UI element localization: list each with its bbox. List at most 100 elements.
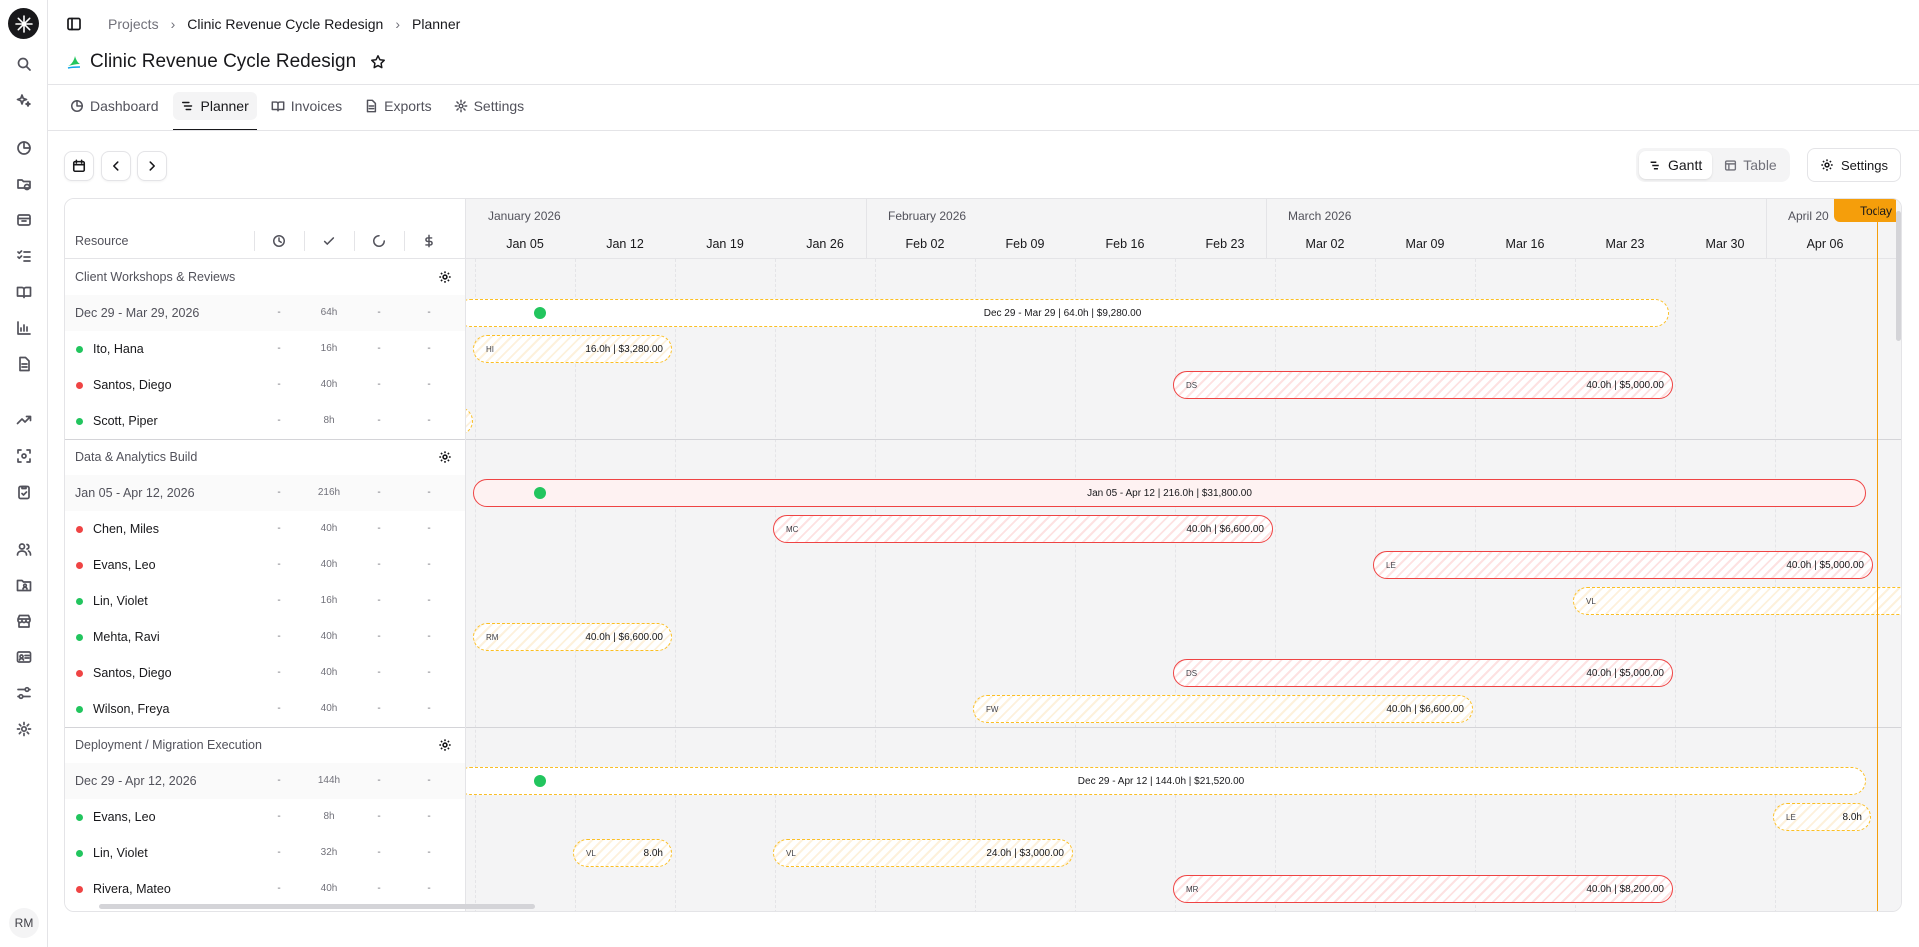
status-dot: [76, 562, 83, 569]
sliders-icon[interactable]: [14, 683, 34, 703]
assignment-bar[interactable]: VL16.0h | $2,000.00: [1573, 587, 1901, 615]
resource-row[interactable]: Evans, Leo - 8h - -: [65, 799, 465, 835]
document-icon[interactable]: [14, 354, 34, 374]
calendar-button[interactable]: [64, 151, 94, 181]
star-icon[interactable]: [370, 54, 386, 70]
bar-chart-icon[interactable]: [14, 318, 34, 338]
group-summary-row[interactable]: Jan 05 - Apr 12, 2026 - 216h - -: [65, 475, 465, 511]
summary-bar[interactable]: Dec 29 - Apr 12 | 144.0h | $21,520.00: [466, 767, 1866, 795]
tab-exports[interactable]: Exports: [356, 92, 439, 120]
resource-row[interactable]: Ito, Hana - 16h - -: [65, 331, 465, 367]
cell-c2: 40h: [320, 379, 338, 390]
resource-row[interactable]: Rivera, Mateo - 40h - -: [65, 871, 465, 907]
resource-name: Evans, Leo: [93, 558, 156, 572]
tab-label: Invoices: [290, 98, 343, 114]
gear-icon: [1820, 158, 1834, 172]
loader-icon[interactable]: [354, 229, 404, 253]
cell-c2: 16h: [320, 595, 338, 606]
assignment-bar[interactable]: LE 40.0h | $5,000.00: [1373, 551, 1873, 579]
archive-icon[interactable]: [14, 210, 34, 230]
milestone-dot[interactable]: [534, 775, 546, 787]
users-icon[interactable]: [14, 539, 34, 559]
assignment-bar[interactable]: FW 40.0h | $6,600.00: [973, 695, 1473, 723]
assignment-bar[interactable]: RM 40.0h | $6,600.00: [473, 623, 672, 651]
summary-bar[interactable]: Dec 29 - Mar 29 | 64.0h | $9,280.00: [466, 299, 1669, 327]
horizontal-scrollbar[interactable]: [99, 904, 535, 909]
vertical-scrollbar[interactable]: [1896, 211, 1901, 341]
today-marker[interactable]: Today: [1834, 199, 1896, 222]
trending-up-icon[interactable]: [14, 410, 34, 430]
chevron-right-icon: ›: [170, 16, 176, 32]
sidebar-toggle-icon[interactable]: [66, 16, 82, 32]
resource-row[interactable]: Santos, Diego - 40h - -: [65, 367, 465, 403]
resource-row[interactable]: Evans, Leo - 40h - -: [65, 547, 465, 583]
assignment-bar[interactable]: DS 40.0h | $5,000.00: [1173, 371, 1673, 399]
gantt-view-button[interactable]: Gantt: [1639, 151, 1713, 179]
resource-row[interactable]: Chen, Miles - 40h - -: [65, 511, 465, 547]
app-logo-icon[interactable]: [8, 8, 39, 39]
assignment-bar[interactable]: MR 40.0h | $8,200.00: [1173, 875, 1673, 903]
gear-icon[interactable]: [438, 270, 452, 284]
month-label: January 2026: [488, 209, 561, 223]
assignee-initials: VL: [1586, 596, 1596, 606]
assignment-amount: 40.0h | $6,600.00: [585, 631, 663, 643]
tab-settings[interactable]: Settings: [446, 92, 533, 120]
breadcrumb-project[interactable]: Clinic Revenue Cycle Redesign: [187, 16, 383, 32]
gear-icon[interactable]: [438, 450, 452, 464]
previous-button[interactable]: [101, 151, 131, 181]
milestone-dot[interactable]: [534, 307, 546, 319]
folder-user-icon[interactable]: [14, 575, 34, 595]
assignment-bar[interactable]: HI 16.0h | $3,280.00: [473, 335, 672, 363]
group-summary-row[interactable]: Dec 29 - Mar 29, 2026 - 64h - -: [65, 295, 465, 331]
resource-row[interactable]: Santos, Diego - 40h - -: [65, 655, 465, 691]
scan-icon[interactable]: [14, 446, 34, 466]
search-icon[interactable]: [14, 54, 34, 74]
cell-c3: -: [377, 307, 381, 318]
tab-planner[interactable]: Planner: [172, 92, 258, 131]
assignment-bar[interactable]: [466, 407, 473, 435]
gear-icon[interactable]: [438, 738, 452, 752]
cell-c4: -: [427, 631, 431, 642]
milestone-dot[interactable]: [534, 487, 546, 499]
checklist-icon[interactable]: [14, 246, 34, 266]
folder-clock-icon[interactable]: [14, 174, 34, 194]
resource-row[interactable]: Scott, Piper - 8h - -: [65, 403, 465, 439]
status-dot: [76, 382, 83, 389]
tab-invoices[interactable]: Invoices: [263, 92, 350, 120]
book-open-icon[interactable]: [14, 282, 34, 302]
assignment-bar[interactable]: VL 8.0h: [573, 839, 672, 867]
table-view-button[interactable]: Table: [1714, 151, 1786, 179]
check-icon[interactable]: [304, 229, 354, 253]
assignment-bar[interactable]: MC 40.0h | $6,600.00: [773, 515, 1273, 543]
date-range: Jan 05 - Apr 12, 2026: [75, 486, 195, 500]
assignment-bar[interactable]: DS 40.0h | $5,000.00: [1173, 659, 1673, 687]
tab-dashboard[interactable]: Dashboard: [62, 92, 167, 120]
group-summary-row[interactable]: Dec 29 - Apr 12, 2026 - 144h - -: [65, 763, 465, 799]
settings-gear-icon[interactable]: [14, 719, 34, 739]
summary-bar[interactable]: Jan 05 - Apr 12 | 216.0h | $31,800.00: [473, 479, 1866, 507]
clock-icon[interactable]: [254, 229, 304, 253]
user-avatar[interactable]: RM: [9, 908, 39, 938]
clipboard-check-icon[interactable]: [14, 482, 34, 502]
next-button[interactable]: [137, 151, 167, 181]
resource-row[interactable]: Lin, Violet - 16h - -: [65, 583, 465, 619]
id-card-icon[interactable]: [14, 647, 34, 667]
resource-row[interactable]: Lin, Violet - 32h - -: [65, 835, 465, 871]
week-label: Mar 02: [1305, 237, 1345, 251]
store-icon[interactable]: [14, 611, 34, 631]
pie-chart-icon[interactable]: [14, 138, 34, 158]
resource-name: Ito, Hana: [93, 342, 144, 356]
assignment-bar[interactable]: LE 8.0h: [1773, 803, 1871, 831]
resource-row[interactable]: Mehta, Ravi - 40h - -: [65, 619, 465, 655]
breadcrumb-current: Planner: [412, 16, 461, 32]
week-gridline: [1075, 259, 1076, 911]
assignment-bar[interactable]: VL 24.0h | $3,000.00: [773, 839, 1073, 867]
book-icon: [271, 99, 285, 113]
dollar-icon[interactable]: [404, 229, 454, 253]
resource-row[interactable]: Wilson, Freya - 40h - -: [65, 691, 465, 727]
planner-settings-button[interactable]: Settings: [1807, 148, 1901, 182]
breadcrumb-projects[interactable]: Projects: [108, 16, 159, 32]
cell-c4: -: [427, 379, 431, 390]
sparkles-icon[interactable]: [14, 91, 34, 111]
chevron-right-icon: [145, 159, 159, 173]
